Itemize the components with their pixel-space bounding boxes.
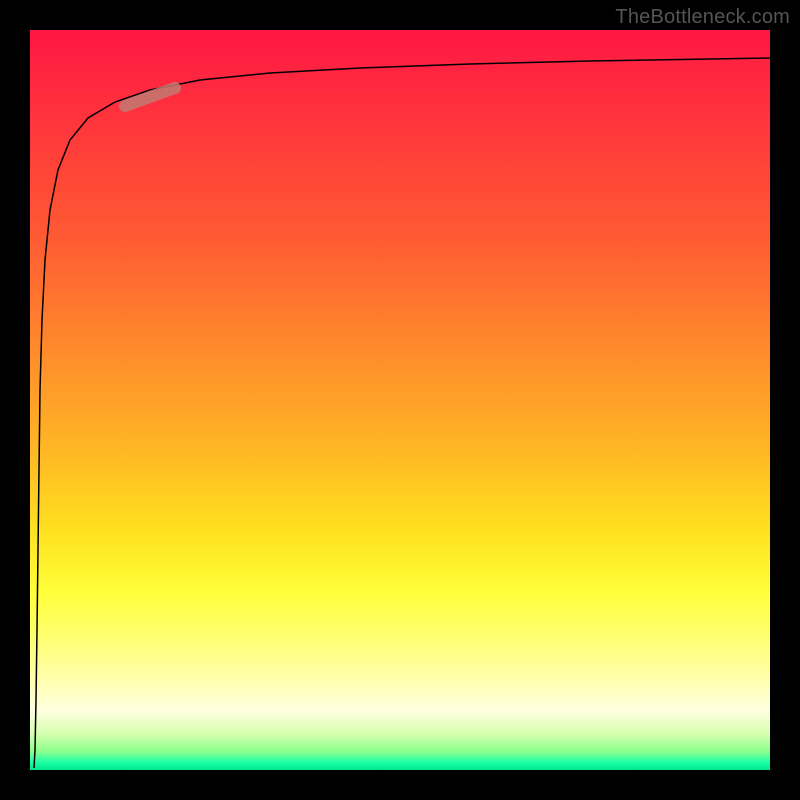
plot-area xyxy=(30,30,770,770)
watermark-text: TheBottleneck.com xyxy=(615,6,790,29)
chart-frame: TheBottleneck.com xyxy=(0,0,800,800)
marker-pill xyxy=(125,88,175,106)
bottleneck-curve xyxy=(34,58,770,768)
curve-layer xyxy=(30,30,770,770)
